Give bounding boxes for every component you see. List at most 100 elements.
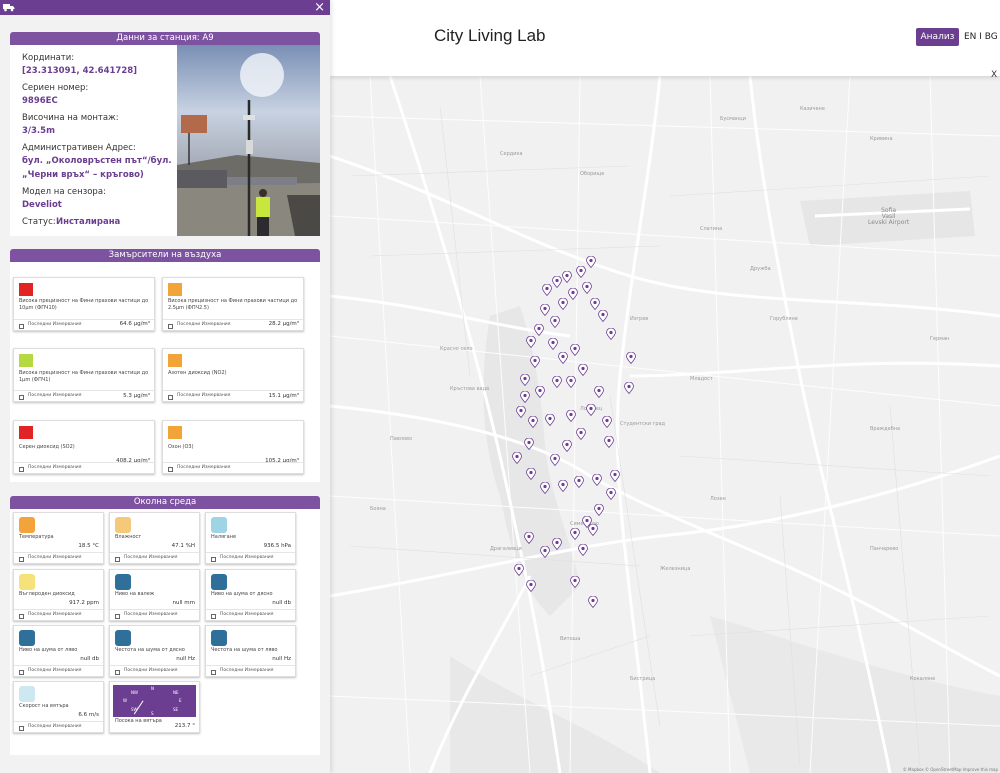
last-measurements-link[interactable]: Последни Измервания xyxy=(14,665,103,676)
o3-card[interactable]: Озон (O3) 105.2 µg/m³ Последни Измервани… xyxy=(162,420,304,474)
no2-card[interactable]: Азотен диоксид (NO2) 15.1 µg/m³ Последни… xyxy=(162,348,304,402)
co2-card[interactable]: Въглероден диоксид 917.2 ppm Последни Изме… xyxy=(13,569,104,621)
station-pin-icon[interactable] xyxy=(540,304,550,316)
last-measurements-link[interactable]: Последни Измервания xyxy=(110,665,199,676)
pm10-card[interactable]: Висока прецизност на Фини прахови частиц… xyxy=(13,277,155,331)
station-pin-icon[interactable] xyxy=(558,480,568,492)
rain-card[interactable]: Ниво на валеж null mm Последни Измервания xyxy=(109,569,200,621)
last-measurements-link[interactable]: Последни Измервания xyxy=(14,390,154,401)
map-close-button[interactable]: X xyxy=(991,70,997,80)
station-pin-icon[interactable] xyxy=(526,468,536,480)
last-measurements-link[interactable]: Последни Измервания xyxy=(14,319,154,330)
wind-card[interactable]: Скорост на вятъра 6.6 m/s Последни Измерва… xyxy=(13,681,104,733)
station-pin-icon[interactable] xyxy=(562,271,572,283)
analysis-button[interactable]: Анализ xyxy=(916,28,959,46)
last-measurements-link[interactable]: Последни Измервания xyxy=(206,609,295,620)
station-pin-icon[interactable] xyxy=(535,386,545,398)
ear-card[interactable]: Честота на шума от ляво null Hz Последни И… xyxy=(205,625,296,677)
station-pin-icon[interactable] xyxy=(528,416,538,428)
station-pin-icon[interactable] xyxy=(566,410,576,422)
map-attribution[interactable]: © Mapbox © OpenStreetMap Improve this ma… xyxy=(903,767,998,772)
station-pin-icon[interactable] xyxy=(604,436,614,448)
station-pin-icon[interactable] xyxy=(570,576,580,588)
station-pin-icon[interactable] xyxy=(578,544,588,556)
station-pin-icon[interactable] xyxy=(530,356,540,368)
serial-label: Сериен номер: xyxy=(22,83,89,93)
compass-card[interactable]: N S E W NE NW SE SW Посока на вятъра 213.7 ° xyxy=(109,681,200,733)
ear-card[interactable]: Честота на шума от дясно null Hz Последни … xyxy=(109,625,200,677)
station-pin-icon[interactable] xyxy=(534,324,544,336)
station-pin-icon[interactable] xyxy=(598,310,608,322)
map-label: Сердика xyxy=(500,151,523,157)
station-pin-icon[interactable] xyxy=(550,316,560,328)
humidity-card[interactable]: Влажност 47.1 %H Последни Измервания xyxy=(109,512,200,564)
pm25-card[interactable]: Висока прецизност на Фини прахови частиц… xyxy=(162,277,304,331)
station-pin-icon[interactable] xyxy=(576,266,586,278)
station-pin-icon[interactable] xyxy=(516,406,526,418)
station-pin-icon[interactable] xyxy=(574,476,584,488)
last-measurements-link[interactable]: Последни Измервания xyxy=(14,609,103,620)
station-pin-icon[interactable] xyxy=(552,276,562,288)
station-pin-icon[interactable] xyxy=(545,414,555,426)
last-measurements-link[interactable]: Последни Измервания xyxy=(14,462,154,473)
station-pin-icon[interactable] xyxy=(586,404,596,416)
station-pin-icon[interactable] xyxy=(588,596,598,608)
last-measurements-link[interactable]: Последни Измервания xyxy=(163,390,303,401)
station-pin-icon[interactable] xyxy=(558,352,568,364)
pressure-card[interactable]: Налягане 936.5 hPa Последни Измервания xyxy=(205,512,296,564)
ear-card[interactable]: Ниво на шума от ляво null db Последни Изме… xyxy=(13,625,104,677)
station-pin-icon[interactable] xyxy=(552,538,562,550)
station-pin-icon[interactable] xyxy=(606,328,616,340)
station-pin-icon[interactable] xyxy=(624,382,634,394)
last-measurements-link[interactable]: Последни Измервания xyxy=(206,665,295,676)
station-pin-icon[interactable] xyxy=(540,546,550,558)
station-pin-icon[interactable] xyxy=(524,532,534,544)
station-pin-icon[interactable] xyxy=(558,298,568,310)
station-pin-icon[interactable] xyxy=(606,488,616,500)
station-pin-icon[interactable] xyxy=(550,454,560,466)
last-measurements-link[interactable]: Последни Измервания xyxy=(163,319,303,330)
pm1-card[interactable]: Висока прецизност на Фини прахови частиц… xyxy=(13,348,155,402)
station-pin-icon[interactable] xyxy=(592,474,602,486)
station-pin-icon[interactable] xyxy=(588,524,598,536)
station-pin-icon[interactable] xyxy=(540,482,550,494)
station-pin-icon[interactable] xyxy=(570,528,580,540)
language-switch[interactable]: EN I BG xyxy=(964,32,998,42)
station-pin-icon[interactable] xyxy=(548,338,558,350)
station-pin-icon[interactable] xyxy=(590,298,600,310)
station-pin-icon[interactable] xyxy=(566,376,576,388)
last-measurements-link[interactable]: Последни Измервания xyxy=(14,552,103,563)
station-pin-icon[interactable] xyxy=(610,470,620,482)
station-pin-icon[interactable] xyxy=(582,282,592,294)
station-pin-icon[interactable] xyxy=(578,364,588,376)
thermometer-card[interactable]: Температура 18.5 °C Последни Измервания xyxy=(13,512,104,564)
last-measurements-link[interactable]: Последни Измервания xyxy=(110,609,199,620)
station-pin-icon[interactable] xyxy=(514,564,524,576)
station-pin-icon[interactable] xyxy=(576,428,586,440)
station-pin-icon[interactable] xyxy=(562,440,572,452)
station-pin-icon[interactable] xyxy=(602,416,612,428)
ear-card[interactable]: Ниво на шума от дясно null db Последни Изм… xyxy=(205,569,296,621)
last-measurements-link[interactable]: Последни Измервания xyxy=(110,552,199,563)
station-pin-icon[interactable] xyxy=(542,284,552,296)
close-icon[interactable]: × xyxy=(314,0,325,15)
last-measurements-link[interactable]: Последни Измервания xyxy=(163,462,303,473)
station-pin-icon[interactable] xyxy=(526,580,536,592)
station-pin-icon[interactable] xyxy=(512,452,522,464)
last-measurements-link[interactable]: Последни Измервания xyxy=(206,552,295,563)
station-pin-icon[interactable] xyxy=(552,376,562,388)
station-pin-icon[interactable] xyxy=(626,352,636,364)
station-pin-icon[interactable] xyxy=(568,288,578,300)
station-pin-icon[interactable] xyxy=(594,504,604,516)
station-pin-icon[interactable] xyxy=(586,256,596,268)
station-pin-icon[interactable] xyxy=(520,391,530,403)
station-pin-icon[interactable] xyxy=(524,438,534,450)
last-measurements-link[interactable]: Последни Измервания xyxy=(14,721,103,732)
station-pin-icon[interactable] xyxy=(570,344,580,356)
city-map[interactable]: Сердика Оборище Изгрев Младост Лозенец С… xyxy=(330,76,1000,773)
station-pin-icon[interactable] xyxy=(526,336,536,348)
so2-card[interactable]: Серен диоксид (SO2) 408.2 µg/m³ Последни… xyxy=(13,420,155,474)
station-pin-icon[interactable] xyxy=(520,374,530,386)
compass-e-label: E xyxy=(179,698,182,703)
station-pin-icon[interactable] xyxy=(594,386,604,398)
